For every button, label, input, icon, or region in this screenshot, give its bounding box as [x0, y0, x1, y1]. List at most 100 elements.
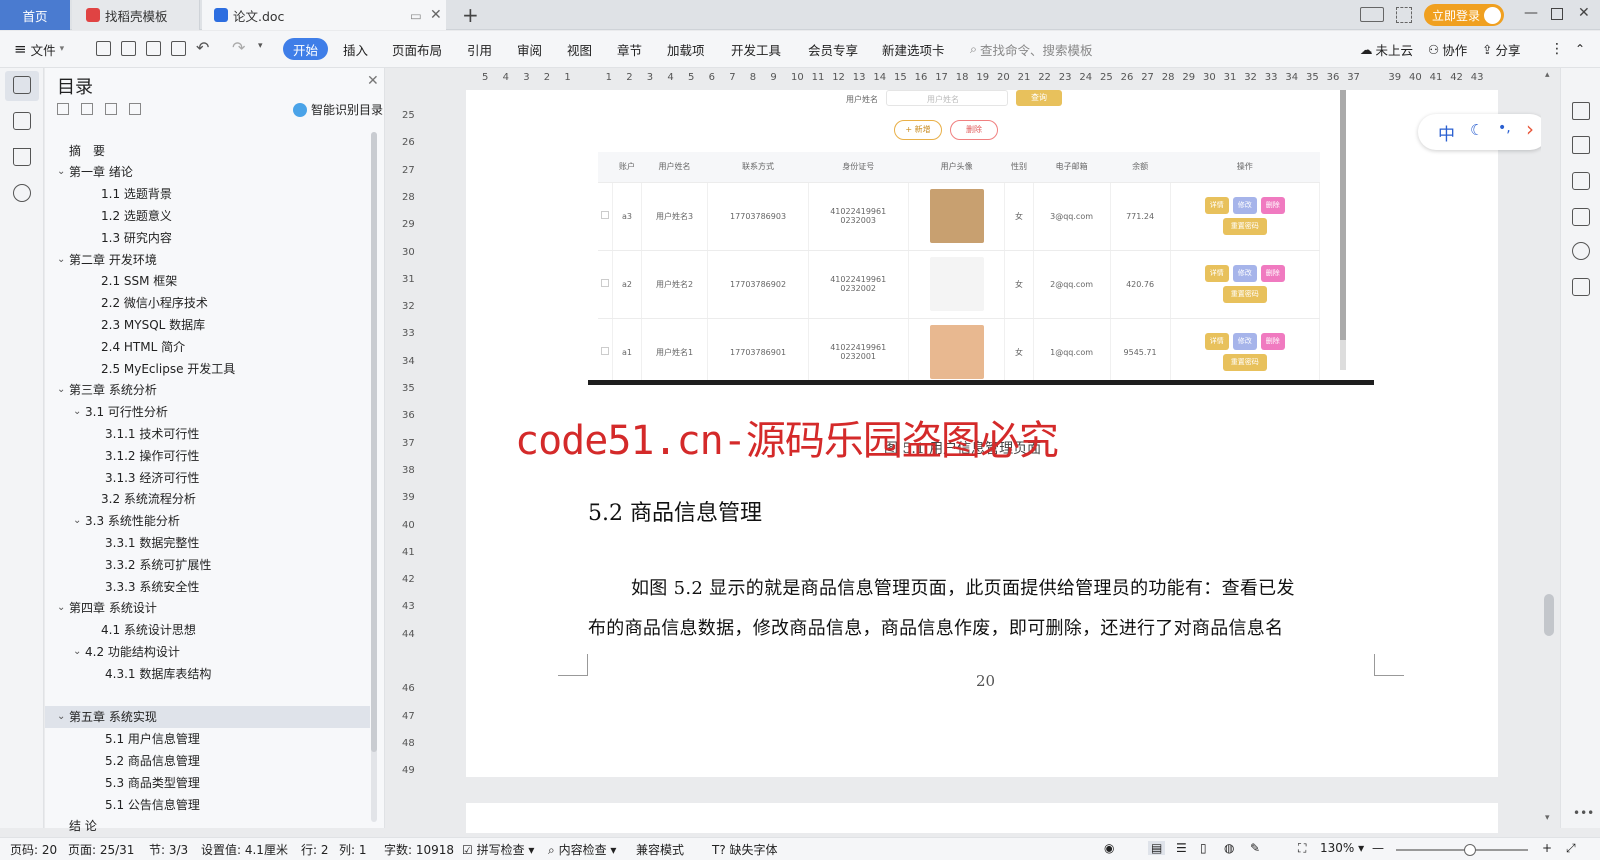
fullscreen-icon[interactable]: ⤢ — [1566, 841, 1576, 856]
scroll-up-icon[interactable]: ▴ — [1545, 70, 1550, 80]
redo-icon[interactable]: ↷ — [232, 38, 245, 57]
chevron-down-icon[interactable]: ⌄ — [73, 515, 85, 526]
undo-icon[interactable]: ↶ — [196, 38, 209, 57]
tab-addins[interactable]: 加载项 — [667, 38, 705, 60]
apps-icon[interactable] — [1396, 7, 1412, 23]
toc-item[interactable]: 3.3.2 系统可扩展性 — [45, 553, 370, 575]
chevron-down-icon[interactable]: ⌄ — [57, 254, 69, 265]
toc-item[interactable]: 1.2 选题意义 — [45, 204, 370, 226]
new-tab-icon[interactable]: + — [462, 3, 479, 27]
toc-item[interactable]: 1.3 研究内容 — [45, 226, 370, 248]
zoom-in-icon[interactable]: + — [1542, 841, 1552, 855]
tab-document[interactable]: 论文.doc ▭ ✕ — [202, 0, 446, 30]
print-icon[interactable] — [146, 41, 161, 56]
close-window-icon[interactable]: ✕ — [1578, 5, 1590, 21]
document-page[interactable]: 用户姓名 用户姓名 查询 + 新增 删除 账户 用户姓名 联系方式 身份证号 用户头像性… — [466, 90, 1498, 777]
input-method-toolbar[interactable]: 中 ☾ •, › — [1418, 114, 1548, 150]
tab-chapter[interactable]: 章节 — [617, 38, 642, 60]
toc-item[interactable]: 4.1 系统设计思想 — [45, 619, 370, 641]
chevron-right-icon[interactable]: › — [1526, 117, 1534, 141]
toc-item[interactable]: ⌄ 4.2 功能结构设计 — [45, 640, 370, 662]
close-tab-icon[interactable]: ✕ — [430, 7, 442, 23]
tab-view[interactable]: 视图 — [567, 38, 592, 60]
collapse-all-icon[interactable] — [57, 103, 69, 115]
print-preview-icon[interactable] — [171, 41, 186, 56]
nav-pane-icon[interactable] — [13, 112, 31, 130]
cloud-status[interactable]: ☁ 未上云 — [1360, 38, 1413, 60]
toc-item[interactable]: 2.3 MYSQL 数据库 — [45, 313, 370, 335]
tab-template[interactable]: 找稻壳模板 — [72, 0, 200, 30]
chevron-down-icon[interactable]: ⌄ — [73, 646, 85, 657]
bookmark-icon[interactable] — [13, 148, 31, 166]
write-view-icon[interactable]: ✎ — [1250, 841, 1260, 855]
status-row[interactable]: 行: 2 — [301, 841, 329, 858]
layout-icon[interactable] — [1360, 7, 1384, 22]
toc-item[interactable]: ⌄ 第五章 系统实现 — [45, 705, 370, 728]
tab-references[interactable]: 引用 — [467, 38, 492, 60]
status-setting[interactable]: 设置值: 4.1厘米 — [201, 841, 288, 858]
toc-item[interactable]: ⌄ 第二章 开发环境 — [45, 248, 370, 270]
compass-icon[interactable] — [1572, 242, 1590, 260]
toc-item[interactable]: 5.1 用户信息管理 — [45, 728, 370, 750]
toc-item[interactable]: ⌄ 第三章 系统分析 — [45, 379, 370, 401]
toc-item[interactable]: 5.3 商品类型管理 — [45, 771, 370, 793]
restore-icon[interactable] — [1551, 8, 1563, 20]
status-words[interactable]: 字数: 10918 — [384, 841, 454, 858]
cursor-icon[interactable] — [1572, 136, 1590, 154]
chevron-down-icon[interactable]: ⌄ — [73, 406, 85, 417]
scroll-down-icon[interactable]: ▾ — [1545, 813, 1550, 823]
toc-item[interactable]: 3.1.1 技术可行性 — [45, 422, 370, 444]
tab-page-layout[interactable]: 页面布局 — [392, 38, 442, 60]
missing-font-button[interactable]: T? 缺失字体 — [712, 841, 778, 858]
sliders-icon[interactable] — [1572, 172, 1590, 190]
toc-item[interactable]: 2.1 SSM 框架 — [45, 270, 370, 292]
pen-icon[interactable] — [1572, 102, 1590, 120]
toc-item[interactable]: 2.2 微信小程序技术 — [45, 292, 370, 314]
toc-item[interactable]: 3.3.3 系统安全性 — [45, 575, 370, 597]
expand-up-icon[interactable] — [81, 103, 93, 115]
float-window-icon[interactable]: ▭ — [410, 8, 422, 23]
toc-item[interactable]: 2.4 HTML 简介 — [45, 335, 370, 357]
status-page[interactable]: 页码: 20 — [10, 841, 57, 858]
remove-heading-icon[interactable] — [129, 103, 141, 115]
zoom-select[interactable]: 130% ▾ — [1320, 841, 1364, 855]
toc-item[interactable]: 5.2 商品信息管理 — [45, 749, 370, 771]
collab-button[interactable]: ⚇ 协作 — [1428, 38, 1467, 60]
toc-item[interactable]: 3.3.1 数据完整性 — [45, 531, 370, 553]
spell-check-button[interactable]: ☑ 拼写检查 ▾ — [462, 841, 534, 858]
quick-access-icon[interactable]: ▾ — [258, 41, 263, 51]
tab-new[interactable]: 新建选项卡 — [882, 38, 945, 60]
export-pdf-icon[interactable] — [121, 41, 136, 56]
zoom-slider[interactable] — [1396, 844, 1528, 856]
close-panel-icon[interactable]: ✕ — [367, 73, 379, 89]
toc-scrollbar[interactable] — [371, 132, 377, 822]
toc-item[interactable]: ⌄ 3.1 可行性分析 — [45, 401, 370, 423]
tab-member[interactable]: 会员专享 — [808, 38, 858, 60]
save-icon[interactable] — [96, 41, 111, 56]
login-button[interactable]: 立即登录 — [1424, 4, 1504, 26]
toc-item[interactable]: 2.5 MyEclipse 开发工具 — [45, 357, 370, 379]
add-heading-icon[interactable] — [105, 103, 117, 115]
tab-home[interactable]: 首页 — [0, 0, 70, 30]
reading-view-icon[interactable]: ▯ — [1200, 841, 1207, 855]
more-icon[interactable]: ⋮ — [1550, 38, 1564, 60]
vertical-ruler[interactable]: 25 26 27 28 29 30 31 32 33 34 35 36 37 38 39 40 41 42 43 44… — [400, 90, 415, 830]
toc-item[interactable]: 3.1.3 经济可行性 — [45, 466, 370, 488]
search-pane-icon[interactable] — [13, 184, 31, 202]
chevron-down-icon[interactable]: ⌄ — [57, 166, 69, 177]
book-icon[interactable] — [1572, 278, 1590, 296]
minimize-icon[interactable]: — — [1524, 5, 1538, 21]
more-options-icon[interactable]: ••• — [1573, 806, 1594, 820]
file-menu[interactable]: ≡ 文件 ▾ — [14, 38, 64, 60]
status-col[interactable]: 列: 1 — [339, 841, 367, 858]
smart-toc-button[interactable]: 智能识别目录 — [293, 101, 383, 118]
chevron-down-icon[interactable]: ⌄ — [57, 384, 69, 395]
toc-item[interactable]: ⌄ 第四章 系统设计 — [45, 597, 370, 619]
toc-scroll-thumb[interactable] — [371, 132, 377, 752]
share-button[interactable]: ⇪ 分享 — [1482, 38, 1521, 60]
toc-icon[interactable] — [13, 76, 31, 94]
document-scroll-thumb[interactable] — [1544, 594, 1554, 636]
page-view-icon[interactable]: ▤ — [1148, 841, 1166, 855]
zoom-slider-thumb[interactable] — [1464, 844, 1476, 856]
eye-protect-icon[interactable]: ◉ — [1104, 841, 1114, 855]
